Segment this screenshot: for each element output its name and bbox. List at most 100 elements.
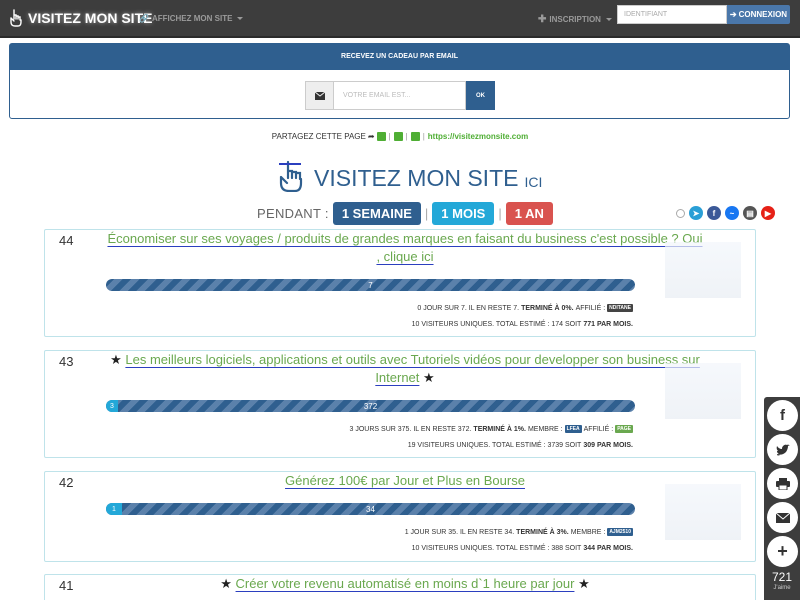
item-number: 44	[59, 233, 74, 248]
youtube-icon[interactable]: ▶	[761, 206, 775, 220]
share-label: PARTAGEZ CETTE PAGE	[271, 132, 366, 141]
separator: |	[422, 132, 425, 141]
share-line: PARTAGEZ CETTE PAGE ➦ | | | https://visi…	[0, 132, 800, 141]
affiliate-label: AFFILIÉ :	[575, 304, 606, 312]
completion-text: TERMINÉ À 1%.	[473, 425, 526, 433]
gift-email-input[interactable]: VOTRE EMAIL EST...	[334, 81, 466, 110]
more-share-button[interactable]: +	[767, 536, 798, 567]
list-item: 42 Générez 100€ par Jour et Plus en Bour…	[44, 471, 756, 562]
progress-bar: 3 372	[106, 400, 635, 412]
separator: |	[498, 206, 502, 221]
star-icon: ★	[220, 576, 232, 591]
nav-inscription-dropdown[interactable]: ✚ INSCRIPTION	[538, 14, 612, 25]
visitors-text: 19 VISITEURS UNIQUES. TOTAL ESTIMÉ : 373…	[407, 442, 582, 449]
like-count: 721	[771, 570, 793, 584]
site-thumbnail[interactable]	[665, 363, 741, 419]
item-stats-line1: 1 JOUR SUR 35. IL EN RESTE 34. TERMINÉ À…	[405, 528, 633, 536]
member-label: MEMBRE :	[570, 528, 606, 536]
affiliate-badge[interactable]: NDITANE	[607, 304, 633, 312]
print-icon	[775, 477, 790, 490]
link-icon: 🔗	[139, 14, 149, 23]
page-title-text: VISITEZ MON SITE	[314, 165, 519, 191]
member-badge[interactable]: LFEA	[564, 425, 582, 433]
radio-icon[interactable]	[676, 208, 685, 218]
site-thumbnail[interactable]	[665, 242, 741, 298]
top-navbar: VISITEZ MON SITE 🔗 AFFICHEZ MON SITE ✚ I…	[0, 0, 800, 38]
list-item: 41 ★ Créer votre revenu automatisé en mo…	[44, 574, 756, 600]
twitter-share-button[interactable]	[767, 434, 798, 465]
progress-done-label: 3	[110, 402, 114, 410]
brand-link[interactable]: VISITEZ MON SITE	[8, 9, 152, 27]
facebook-icon[interactable]: f	[707, 206, 721, 220]
chevron-down-icon	[605, 18, 612, 21]
item-title-link[interactable]: ★ Créer votre revenu automatisé en moins…	[105, 575, 705, 593]
print-button[interactable]	[767, 468, 798, 499]
email-share-button[interactable]	[767, 502, 798, 533]
login-button-label: CONNEXION	[738, 10, 788, 19]
facebook-icon: f	[780, 407, 785, 424]
per-month-text: 344 PAR MOIS.	[583, 545, 633, 552]
site-url-link[interactable]: https://visitezmonsite.com	[428, 132, 528, 141]
login-username-input[interactable]: IDENTIFIANT	[617, 5, 727, 24]
member-badge[interactable]: AJM2510	[607, 528, 633, 536]
facebook-share-icon[interactable]	[376, 132, 386, 141]
twitter-share-icon[interactable]	[393, 132, 403, 141]
page-title-suffix: ICI	[524, 174, 543, 190]
nav-afficher-label: AFFICHEZ MON SITE	[151, 14, 233, 23]
item-stats-line2: 10 VISITEURS UNIQUES. TOTAL ESTIMÉ : 388…	[412, 545, 633, 552]
item-stats-line1: 0 JOUR SUR 7. IL EN RESTE 7. TERMINÉ À 0…	[417, 304, 633, 312]
site-thumbnail[interactable]	[665, 484, 741, 540]
period-week-button[interactable]: 1 SEMAINE	[332, 202, 421, 225]
email-share-icon[interactable]	[410, 132, 420, 141]
per-month-text: 309 PAR MOIS.	[583, 442, 633, 449]
progress-remaining-label: 372	[363, 401, 378, 411]
member-label: MEMBRE :	[527, 425, 563, 433]
item-title: Générez 100€ par Jour et Plus en Bourse	[285, 473, 525, 488]
period-selector: PENDANT : 1 SEMAINE | 1 MOIS | 1 AN	[257, 202, 553, 225]
brand-text: VISITEZ MON SITE	[28, 10, 153, 26]
envelope-icon	[775, 512, 790, 523]
per-month-text: 771 PAR MOIS.	[583, 321, 633, 328]
affiliate-label: AFFILIÉ :	[583, 425, 614, 433]
item-stats-line1: 3 JOURS SUR 375. IL EN RESTE 372. TERMIN…	[350, 425, 633, 433]
item-title: Les meilleurs logiciels, applications et…	[125, 352, 700, 385]
item-title-link[interactable]: Générez 100€ par Jour et Plus en Bourse	[105, 472, 705, 490]
days-text: 1 JOUR SUR 35. IL EN RESTE 34.	[404, 528, 515, 536]
messenger-icon[interactable]: ~	[725, 206, 739, 220]
twitter-icon	[776, 443, 790, 455]
gift-submit-button[interactable]: OK	[466, 81, 495, 110]
print-icon[interactable]: ▤	[743, 206, 757, 220]
progress-done: 3	[106, 400, 118, 412]
days-text: 0 JOUR SUR 7. IL EN RESTE 7.	[417, 304, 520, 312]
share-arrow-icon: ➦	[367, 132, 375, 141]
star-icon: ★	[578, 576, 590, 591]
item-stats-line2: 10 VISITEURS UNIQUES. TOTAL ESTIMÉ : 174…	[412, 321, 633, 328]
envelope-icon	[305, 81, 334, 110]
separator: |	[405, 132, 408, 141]
item-title-link[interactable]: Économiser sur ses voyages / produits de…	[105, 230, 705, 266]
telegram-icon[interactable]: ➤	[689, 206, 703, 220]
plus-icon: ✚	[538, 14, 547, 25]
gift-heading: RECEVEZ UN CADEAU PAR EMAIL	[10, 44, 789, 70]
affiliate-badge[interactable]: PAGE	[615, 425, 633, 433]
login-button[interactable]: ➔ CONNEXION	[727, 5, 790, 24]
period-month-button[interactable]: 1 MOIS	[432, 202, 495, 225]
facebook-share-button[interactable]: f	[767, 400, 798, 431]
item-title-link[interactable]: ★ Les meilleurs logiciels, applications …	[105, 351, 705, 387]
days-text: 3 JOURS SUR 375. IL EN RESTE 372.	[349, 425, 472, 433]
floating-share-bar: f + 721 J'aime	[764, 397, 800, 600]
period-year-button[interactable]: 1 AN	[505, 202, 553, 225]
completion-text: TERMINÉ À 3%.	[516, 528, 569, 536]
social-icons-row: ➤ f ~ ▤ ▶	[676, 206, 775, 220]
progress-bar: 1 34	[106, 503, 635, 515]
item-number: 41	[59, 578, 74, 593]
item-number: 43	[59, 354, 74, 369]
hand-pointer-icon	[279, 160, 303, 192]
sign-in-icon: ➔	[729, 10, 737, 19]
completion-text: TERMINÉ À 0%.	[521, 304, 574, 312]
nav-afficher-dropdown[interactable]: 🔗 AFFICHEZ MON SITE	[139, 14, 244, 23]
item-number: 42	[59, 475, 74, 490]
item-title: Économiser sur ses voyages / produits de…	[107, 231, 703, 264]
visitors-text: 10 VISITEURS UNIQUES. TOTAL ESTIMÉ : 174…	[411, 321, 582, 328]
like-label: J'aime	[773, 585, 791, 591]
